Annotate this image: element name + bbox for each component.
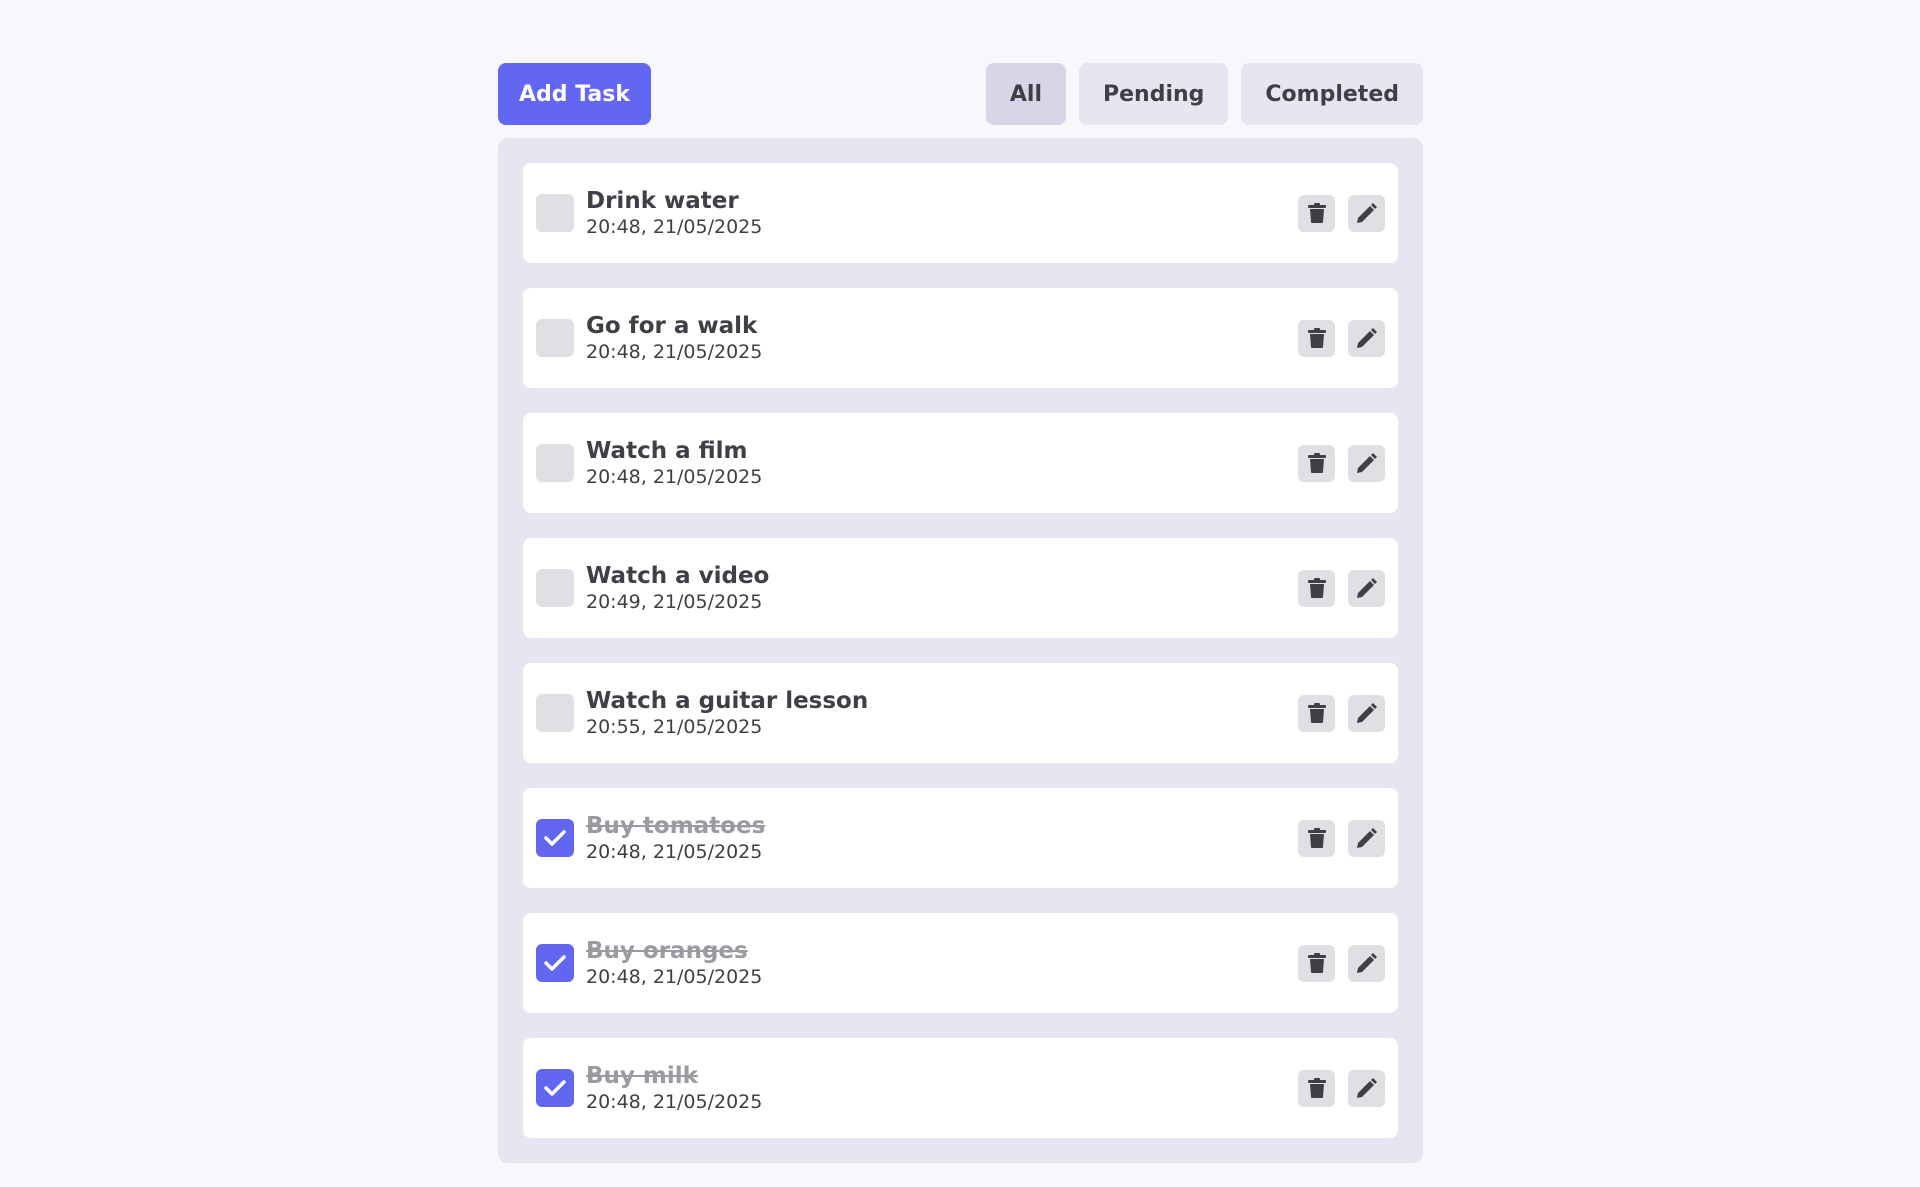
task-text: Watch a guitar lesson 20:55, 21/05/2025 bbox=[586, 687, 1298, 739]
pencil-icon bbox=[1356, 828, 1377, 848]
task-actions bbox=[1298, 319, 1385, 357]
filter-completed-button[interactable]: Completed bbox=[1241, 63, 1423, 125]
task-timestamp: 20:48, 21/05/2025 bbox=[586, 216, 763, 238]
task-text: Go for a walk 20:48, 21/05/2025 bbox=[586, 312, 1298, 364]
task-title: Watch a film bbox=[586, 438, 748, 464]
pencil-icon bbox=[1356, 1078, 1377, 1098]
task-text: Buy oranges 20:48, 21/05/2025 bbox=[586, 937, 1298, 989]
trash-icon bbox=[1307, 453, 1326, 473]
task-checkbox-checked[interactable] bbox=[536, 819, 574, 857]
task-item-completed: Buy milk 20:48, 21/05/2025 bbox=[523, 1038, 1398, 1138]
toolbar: Add Task All Pending Completed bbox=[498, 63, 1423, 125]
edit-button[interactable] bbox=[1348, 319, 1385, 357]
pencil-icon bbox=[1356, 328, 1377, 348]
trash-icon bbox=[1307, 203, 1326, 223]
delete-button[interactable] bbox=[1298, 819, 1335, 857]
check-icon bbox=[544, 1080, 566, 1096]
task-text: Watch a video 20:49, 21/05/2025 bbox=[586, 562, 1298, 614]
task-text: Buy milk 20:48, 21/05/2025 bbox=[586, 1062, 1298, 1114]
task-actions bbox=[1298, 819, 1385, 857]
task-actions bbox=[1298, 944, 1385, 982]
task-checkbox[interactable] bbox=[536, 319, 574, 357]
task-title: Buy milk bbox=[586, 1063, 698, 1089]
pencil-icon bbox=[1356, 953, 1377, 973]
task-title: Watch a video bbox=[586, 563, 770, 589]
task-checkbox[interactable] bbox=[536, 194, 574, 232]
task-timestamp: 20:48, 21/05/2025 bbox=[586, 841, 763, 863]
trash-icon bbox=[1307, 578, 1326, 598]
pencil-icon bbox=[1356, 578, 1377, 598]
task-checkbox[interactable] bbox=[536, 569, 574, 607]
task-checkbox[interactable] bbox=[536, 694, 574, 732]
filter-all-button[interactable]: All bbox=[985, 63, 1066, 125]
task-item: Watch a film 20:48, 21/05/2025 bbox=[523, 413, 1398, 513]
task-actions bbox=[1298, 569, 1385, 607]
task-actions bbox=[1298, 694, 1385, 732]
trash-icon bbox=[1307, 1078, 1326, 1098]
edit-button[interactable] bbox=[1348, 569, 1385, 607]
task-item: Drink water 20:48, 21/05/2025 bbox=[523, 163, 1398, 263]
task-timestamp: 20:55, 21/05/2025 bbox=[586, 716, 763, 738]
delete-button[interactable] bbox=[1298, 444, 1335, 482]
task-title: Buy tomatoes bbox=[586, 813, 766, 839]
edit-button[interactable] bbox=[1348, 819, 1385, 857]
trash-icon bbox=[1307, 703, 1326, 723]
task-list: Drink water 20:48, 21/05/2025 Go for a w… bbox=[498, 138, 1423, 1163]
task-timestamp: 20:48, 21/05/2025 bbox=[586, 966, 763, 988]
pencil-icon bbox=[1356, 453, 1377, 473]
task-timestamp: 20:49, 21/05/2025 bbox=[586, 591, 763, 613]
task-timestamp: 20:48, 21/05/2025 bbox=[586, 341, 763, 363]
add-task-button[interactable]: Add Task bbox=[498, 63, 651, 125]
task-actions bbox=[1298, 194, 1385, 232]
task-item: Watch a video 20:49, 21/05/2025 bbox=[523, 538, 1398, 638]
task-timestamp: 20:48, 21/05/2025 bbox=[586, 1091, 763, 1113]
task-timestamp: 20:48, 21/05/2025 bbox=[586, 466, 763, 488]
task-item: Go for a walk 20:48, 21/05/2025 bbox=[523, 288, 1398, 388]
task-title: Buy oranges bbox=[586, 938, 748, 964]
pencil-icon bbox=[1356, 203, 1377, 223]
task-actions bbox=[1298, 1069, 1385, 1107]
delete-button[interactable] bbox=[1298, 944, 1335, 982]
task-title: Drink water bbox=[586, 188, 739, 214]
delete-button[interactable] bbox=[1298, 1069, 1335, 1107]
task-title: Watch a guitar lesson bbox=[586, 688, 869, 714]
trash-icon bbox=[1307, 328, 1326, 348]
delete-button[interactable] bbox=[1298, 194, 1335, 232]
task-item-completed: Buy tomatoes 20:48, 21/05/2025 bbox=[523, 788, 1398, 888]
trash-icon bbox=[1307, 828, 1326, 848]
delete-button[interactable] bbox=[1298, 319, 1335, 357]
task-item: Watch a guitar lesson 20:55, 21/05/2025 bbox=[523, 663, 1398, 763]
pencil-icon bbox=[1356, 703, 1377, 723]
task-checkbox-checked[interactable] bbox=[536, 944, 574, 982]
todo-app: Add Task All Pending Completed Drink wat… bbox=[498, 63, 1423, 1163]
filter-pending-button[interactable]: Pending bbox=[1079, 63, 1229, 125]
task-checkbox[interactable] bbox=[536, 444, 574, 482]
task-item-completed: Buy oranges 20:48, 21/05/2025 bbox=[523, 913, 1398, 1013]
filter-group: All Pending Completed bbox=[985, 63, 1423, 125]
task-text: Watch a film 20:48, 21/05/2025 bbox=[586, 437, 1298, 489]
edit-button[interactable] bbox=[1348, 694, 1385, 732]
task-actions bbox=[1298, 444, 1385, 482]
check-icon bbox=[544, 955, 566, 971]
task-title: Go for a walk bbox=[586, 313, 758, 339]
task-checkbox-checked[interactable] bbox=[536, 1069, 574, 1107]
task-text: Drink water 20:48, 21/05/2025 bbox=[586, 187, 1298, 239]
edit-button[interactable] bbox=[1348, 444, 1385, 482]
task-text: Buy tomatoes 20:48, 21/05/2025 bbox=[586, 812, 1298, 864]
trash-icon bbox=[1307, 953, 1326, 973]
delete-button[interactable] bbox=[1298, 694, 1335, 732]
edit-button[interactable] bbox=[1348, 194, 1385, 232]
edit-button[interactable] bbox=[1348, 1069, 1385, 1107]
edit-button[interactable] bbox=[1348, 944, 1385, 982]
check-icon bbox=[544, 830, 566, 846]
delete-button[interactable] bbox=[1298, 569, 1335, 607]
